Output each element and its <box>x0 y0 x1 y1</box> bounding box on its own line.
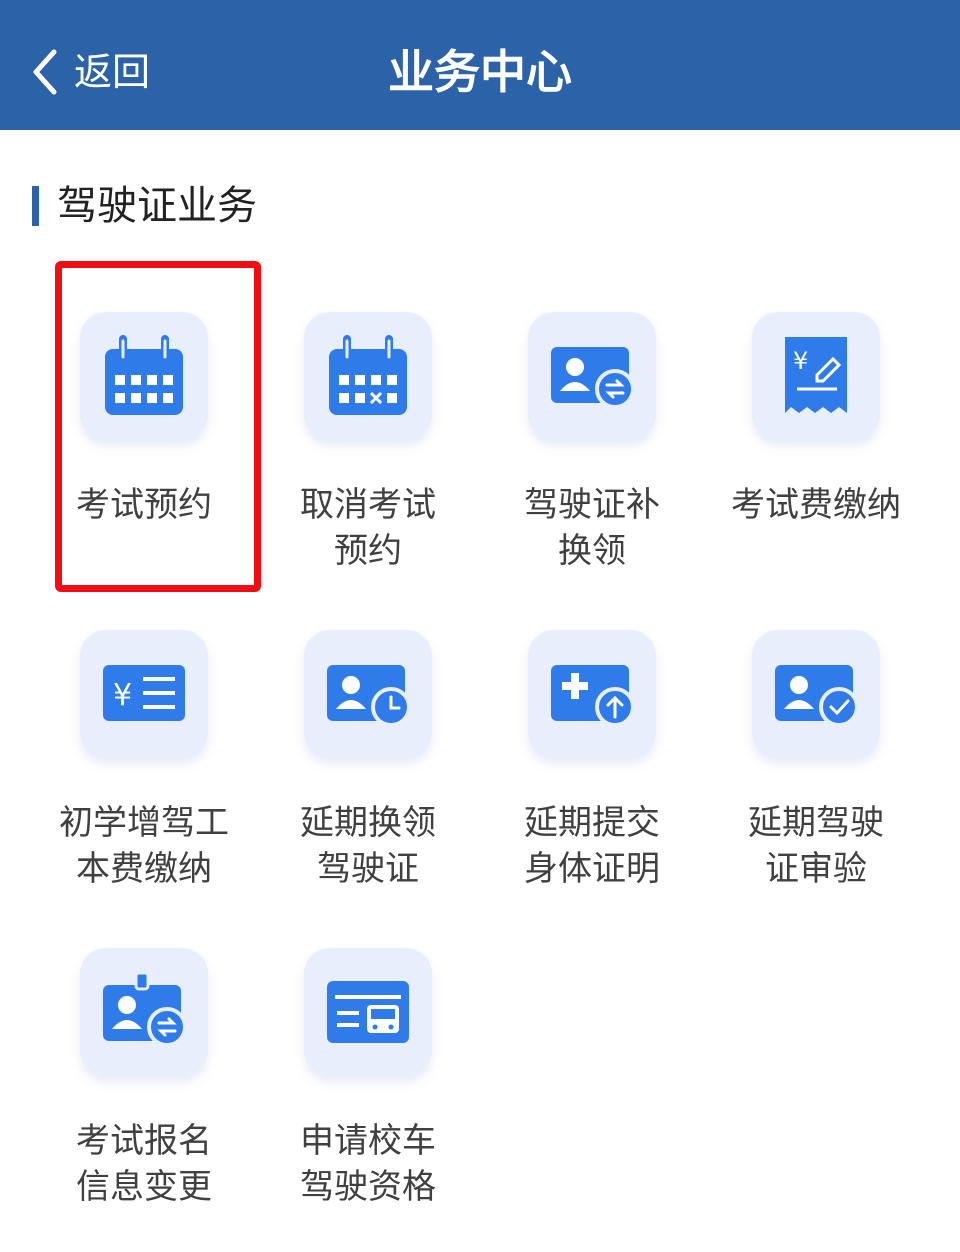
service-delay-license-inspection[interactable]: 延期驾驶 证审验 <box>704 630 928 930</box>
service-learner-fee-payment[interactable]: ¥ 初学增驾工 本费缴纳 <box>32 630 256 930</box>
service-license-reissue[interactable]: 驾驶证补 换领 <box>480 312 704 612</box>
service-exam-fee-payment[interactable]: ¥ 考试费缴纳 <box>704 312 928 612</box>
service-label: 考试报名 信息变更 <box>76 1121 212 1207</box>
calendar-cancel-icon <box>304 312 432 440</box>
service-exam-booking[interactable]: 考试预约 <box>32 312 256 612</box>
service-label: 初学增驾工 本费缴纳 <box>59 803 229 889</box>
badge-swap-icon <box>80 948 208 1076</box>
service-label: 考试预约 <box>76 485 212 525</box>
fee-receipt-icon: ¥ <box>752 312 880 440</box>
license-swap-icon <box>528 312 656 440</box>
calendar-icon <box>80 312 208 440</box>
service-label: 驾驶证补 换领 <box>524 485 660 571</box>
app-header: 返回 业务中心 <box>0 0 960 130</box>
section-title: 驾驶证业务 <box>57 183 257 229</box>
service-label: 延期驾驶 证审验 <box>748 803 884 889</box>
page-title: 业务中心 <box>388 45 572 99</box>
medical-upload-icon <box>528 630 656 758</box>
service-school-bus-qualification[interactable]: 申请校车 驾驶资格 <box>256 948 480 1248</box>
service-cancel-exam-booking[interactable]: 取消考试 预约 <box>256 312 480 612</box>
service-delay-license-renewal[interactable]: 延期换领 驾驶证 <box>256 630 480 930</box>
service-label: 考试费缴纳 <box>731 485 901 525</box>
svg-text:¥: ¥ <box>113 678 132 713</box>
service-label: 申请校车 驾驶资格 <box>300 1121 436 1207</box>
fee-list-icon: ¥ <box>80 630 208 758</box>
service-delay-medical-certificate[interactable]: 延期提交 身体证明 <box>480 630 704 930</box>
service-label: 延期提交 身体证明 <box>524 803 660 889</box>
license-check-icon <box>752 630 880 758</box>
section-header: 驾驶证业务 <box>32 183 257 229</box>
license-clock-icon <box>304 630 432 758</box>
service-label: 取消考试 预约 <box>300 485 436 571</box>
school-bus-icon <box>304 948 432 1076</box>
service-exam-registration-change[interactable]: 考试报名 信息变更 <box>32 948 256 1248</box>
section-accent-bar <box>32 186 39 226</box>
service-label: 延期换领 驾驶证 <box>300 803 436 889</box>
svg-text:¥: ¥ <box>793 347 808 375</box>
